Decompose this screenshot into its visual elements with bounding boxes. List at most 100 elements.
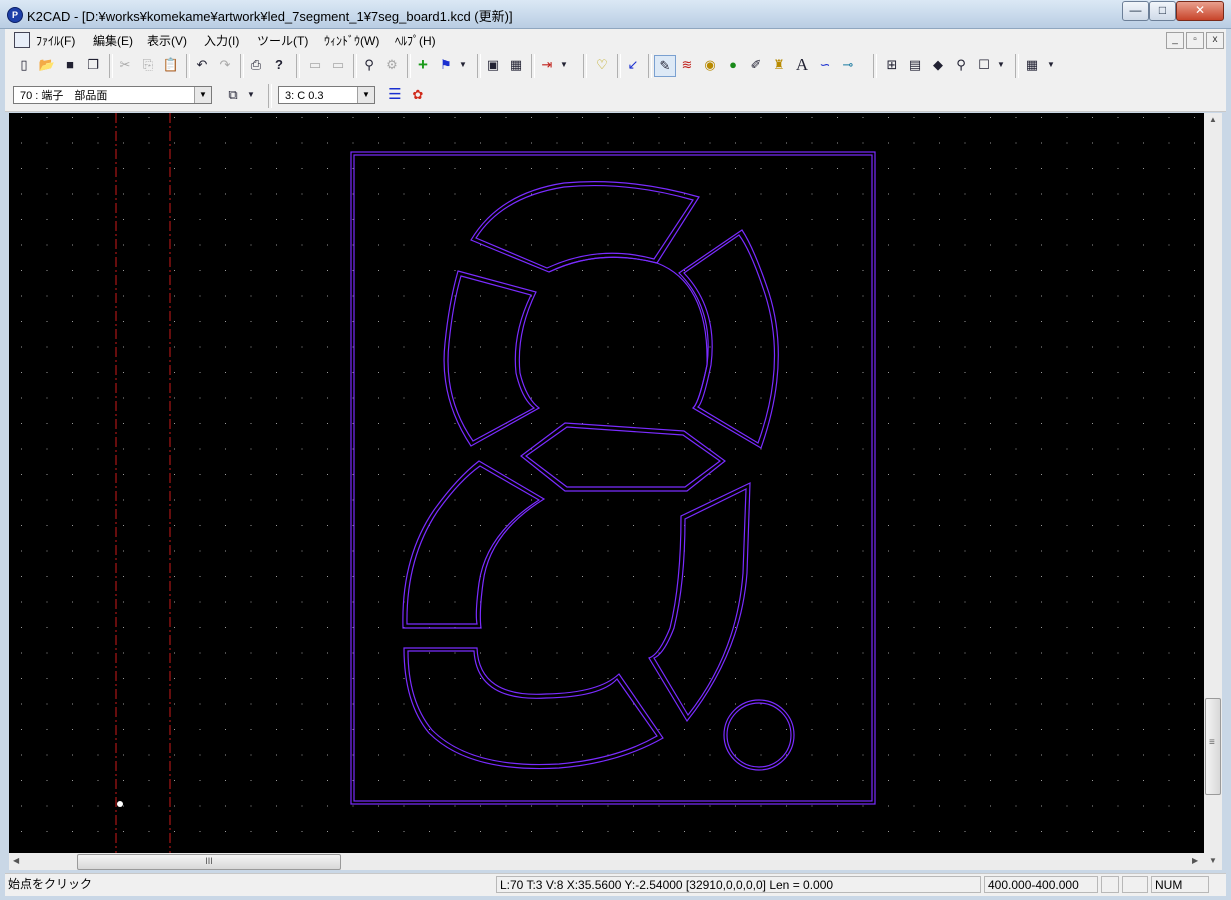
mdi-restore-button[interactable]: ▫	[1186, 32, 1204, 49]
zoom-icon[interactable]: ⚲	[951, 55, 971, 75]
toolbar-separator	[1015, 54, 1019, 78]
scroll-up-icon[interactable]: ▲	[1209, 115, 1217, 124]
scroll-left-icon[interactable]: ◀	[13, 856, 19, 865]
toolbar-separator	[617, 54, 621, 78]
menu-edit[interactable]: 編集(E)	[93, 32, 133, 49]
menu-bar: ﾌｧｲﾙ(F) 編集(E) 表示(V) 入力(I) ツール(T) ｳｨﾝﾄﾞｳ(…	[5, 29, 1226, 52]
mdi-close-button[interactable]: x	[1206, 32, 1224, 49]
vertical-scroll-thumb[interactable]: ≡	[1205, 698, 1221, 795]
document-icon[interactable]	[14, 32, 30, 48]
toolbar-separator	[873, 54, 877, 78]
binoculars-icon[interactable]: ⚲	[359, 55, 379, 75]
status-ovr	[1122, 876, 1148, 893]
layer-select[interactable]: 70 : 端子 部品面 ▼	[13, 86, 212, 104]
vertical-thumb-grip: ≡	[1209, 737, 1215, 748]
layer-select-value: 70 : 端子 部品面	[20, 90, 108, 102]
toolbar-separator	[240, 54, 244, 78]
status-coordinates: L:70 T:3 V:8 X:35.5600 Y:-2.54000 [32910…	[496, 876, 981, 893]
help-icon[interactable]: ?	[269, 55, 289, 75]
toolbar-separator	[407, 54, 411, 78]
chevron-down-icon[interactable]: ▼	[457, 55, 469, 75]
save-icon[interactable]: ■	[60, 55, 80, 75]
horizontal-scroll-thumb[interactable]: III	[77, 854, 341, 870]
toolbar-separator	[353, 54, 357, 78]
pcb-artwork[interactable]	[9, 113, 1204, 853]
flag-icon[interactable]: ⚑	[436, 55, 456, 75]
mdi-minimize-button[interactable]: _	[1166, 32, 1184, 49]
window-title: K2CAD - [D:¥works¥komekame¥artwork¥led_7…	[27, 9, 513, 24]
new-file-icon[interactable]: ▯	[14, 55, 34, 75]
copy-icon[interactable]: ⎘	[138, 55, 158, 75]
frame-icon[interactable]: ☐	[974, 55, 994, 75]
cut-icon[interactable]: ✂	[115, 55, 135, 75]
ellipse-icon[interactable]: ●	[723, 55, 743, 75]
arrow-select-icon[interactable]: ↙	[623, 55, 643, 75]
size-grip-icon[interactable]	[1212, 876, 1226, 893]
status-caps	[1101, 876, 1119, 893]
layer-toolbar: 70 : 端子 部品面 ▼ ⧉ ▼ 3: C 0.3 ▼ ☰ ✿	[5, 81, 1226, 112]
color-palette-icon[interactable]: ✿	[408, 85, 428, 105]
toolbar-separator	[186, 54, 190, 78]
scroll-right-icon[interactable]: ▶	[1192, 856, 1198, 865]
undo-icon[interactable]: ↶	[192, 55, 212, 75]
open-folder-icon[interactable]: 📂	[37, 55, 57, 75]
main-toolbar: ▯ 📂 ■ ❐ ✂ ⎘ 📋 ↶ ↷ ⎙ ? ▭ ▭ ⚲ ⚙ + ⚑ ▼ ▣ ▦ …	[5, 51, 1226, 81]
add-icon[interactable]: +	[413, 55, 433, 75]
chevron-down-icon[interactable]: ▼	[245, 85, 257, 105]
status-bar: 始点をクリック L:70 T:3 V:8 X:35.5600 Y:-2.5400…	[5, 873, 1226, 896]
toolbar-separator	[477, 54, 481, 78]
toolbar-separator	[268, 84, 272, 108]
minimize-button[interactable]: —	[1122, 1, 1149, 21]
pad-icon[interactable]: ◉	[700, 55, 720, 75]
maximize-button[interactable]: □	[1149, 1, 1176, 21]
chevron-down-icon[interactable]: ▼	[1045, 55, 1057, 75]
grid-icon[interactable]: ▦	[1022, 55, 1042, 75]
vertical-scrollbar[interactable]: ▲ ≡ ▼	[1204, 113, 1222, 870]
window-frame-right	[1226, 29, 1231, 900]
connector-icon[interactable]: ⊸	[838, 55, 858, 75]
toolbar-separator	[531, 54, 535, 78]
drawing-canvas[interactable]	[9, 113, 1204, 853]
chevron-down-icon[interactable]: ▼	[357, 87, 374, 103]
pencil-icon[interactable]: ✎	[654, 55, 676, 77]
chevron-down-icon[interactable]: ▼	[558, 55, 570, 75]
brush-icon[interactable]: ✐	[746, 55, 766, 75]
zoom-in-icon[interactable]: ⊞	[882, 55, 902, 75]
redo-icon[interactable]: ↷	[215, 55, 235, 75]
title-bar: P K2CAD - [D:¥works¥komekame¥artwork¥led…	[0, 0, 1231, 29]
menu-help[interactable]: ﾍﾙﾌﾟ(H)	[395, 32, 436, 49]
layer-down-icon[interactable]: ▭	[328, 55, 348, 75]
properties-icon[interactable]: ⚙	[382, 55, 402, 75]
close-button[interactable]: ✕	[1176, 1, 1224, 21]
import-icon[interactable]: ⇥	[537, 55, 557, 75]
grid-toggle-icon[interactable]: ▦	[506, 55, 526, 75]
print-icon[interactable]: ⎙	[246, 55, 266, 75]
paste-icon[interactable]: 📋	[161, 55, 181, 75]
toolbar-separator	[648, 54, 652, 78]
zoom-window-icon[interactable]: ▤	[905, 55, 925, 75]
line-style-icon[interactable]: ☰	[385, 85, 405, 105]
menu-tools[interactable]: ツール(T)	[257, 32, 308, 49]
menu-view[interactable]: 表示(V)	[147, 32, 187, 49]
chevron-down-icon[interactable]: ▼	[194, 87, 211, 103]
layer-up-icon[interactable]: ▭	[305, 55, 325, 75]
flip-icon[interactable]: ◆	[928, 55, 948, 75]
chevron-down-icon[interactable]: ▼	[995, 55, 1007, 75]
pen-select[interactable]: 3: C 0.3 ▼	[278, 86, 375, 104]
menu-file[interactable]: ﾌｧｲﾙ(F)	[36, 32, 75, 49]
menu-input[interactable]: 入力(I)	[204, 32, 239, 49]
layer-options-icon[interactable]: ⧉	[223, 85, 243, 105]
marker-icon[interactable]: ♡	[592, 55, 612, 75]
spiral-icon[interactable]: ≋	[677, 55, 697, 75]
menu-window[interactable]: ｳｨﾝﾄﾞｳ(W)	[324, 32, 379, 49]
pen-select-value: 3: C 0.3	[285, 90, 324, 102]
grid-dots	[9, 113, 1204, 853]
scroll-down-icon[interactable]: ▼	[1209, 856, 1217, 865]
text-icon[interactable]: A	[792, 55, 812, 75]
curve-icon[interactable]: ∽	[815, 55, 835, 75]
component-icon[interactable]: ▣	[483, 55, 503, 75]
horizontal-scrollbar[interactable]: ◀ III ▶	[9, 853, 1204, 870]
app-icon: P	[7, 7, 23, 23]
save-all-icon[interactable]: ❐	[83, 55, 103, 75]
trophy-icon[interactable]: ♜	[769, 55, 789, 75]
